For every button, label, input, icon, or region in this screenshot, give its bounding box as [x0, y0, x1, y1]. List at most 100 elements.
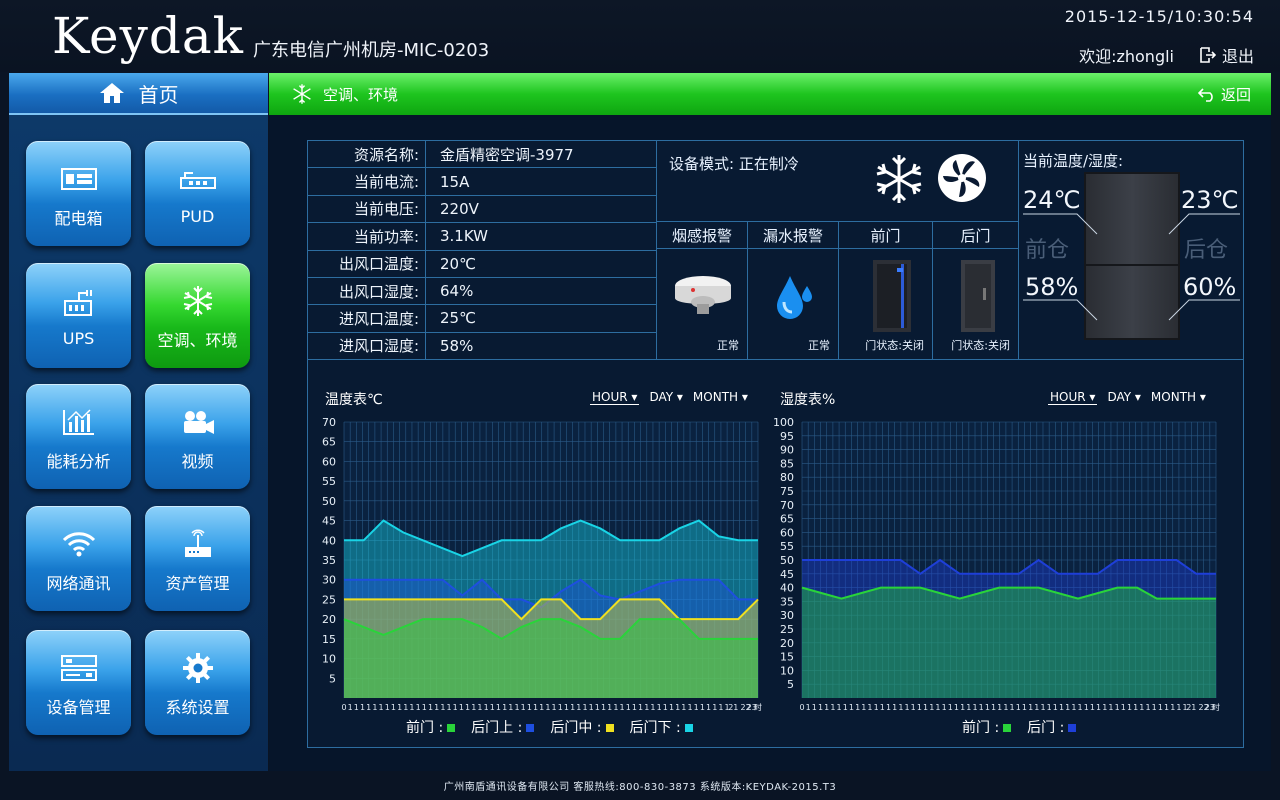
range-day-button[interactable]: DAY ▾ — [649, 390, 682, 405]
x-tick-label: 1 — [948, 703, 953, 712]
x-tick-label: 1 — [1010, 703, 1015, 712]
x-tick-label: 1 — [416, 703, 421, 712]
tile-system-settings[interactable]: 系统设置 — [145, 630, 250, 735]
x-tick-label: 1 — [1078, 703, 1083, 712]
home-tab[interactable]: 首页 — [9, 73, 268, 115]
legend-swatch — [447, 724, 456, 732]
tile-label: 网络通讯 — [46, 573, 111, 593]
y-tick-label: 10 — [322, 653, 336, 666]
y-tick-label: 60 — [780, 526, 794, 539]
y-tick-label: 15 — [780, 651, 794, 664]
x-tick-label: 1 — [1096, 703, 1101, 712]
x-tick-label: 1 — [545, 703, 550, 712]
y-tick-label: 10 — [780, 664, 794, 677]
info-row: 出风口湿度: 64% — [307, 276, 657, 306]
x-tick-label: 1 — [917, 703, 922, 712]
x-tick-label: 1 — [942, 703, 947, 712]
range-month-button[interactable]: MONTH ▾ — [693, 390, 748, 405]
info-key: 当前功率: — [307, 222, 426, 251]
x-tick-label: 1 — [1121, 703, 1126, 712]
welcome-user: 欢迎:zhongli — [1079, 47, 1174, 66]
x-tick-label: 1 — [607, 703, 612, 712]
y-tick-label: 45 — [322, 515, 336, 528]
y-tick-label: 55 — [322, 475, 336, 488]
temp-range-selector: HOUR ▾ DAY ▾ MONTH ▾ — [590, 390, 748, 405]
range-month-button[interactable]: MONTH ▾ — [1151, 390, 1206, 405]
x-tick-label: 1 — [558, 703, 563, 712]
x-tick-label: 1 — [657, 703, 662, 712]
tile-label: 资产管理 — [165, 573, 230, 593]
y-tick-label: 50 — [322, 495, 336, 508]
y-tick-label: 80 — [780, 471, 794, 484]
tile-label: 系统设置 — [165, 697, 230, 717]
y-tick-label: 45 — [780, 568, 794, 581]
back-button[interactable]: 返回 — [1197, 84, 1251, 105]
y-tick-label: 65 — [780, 513, 794, 526]
x-tick-label: 1 — [496, 703, 501, 712]
x-tick-label: 1 — [1059, 703, 1064, 712]
x-tick-label: 1 — [1040, 703, 1045, 712]
range-day-button[interactable]: DAY ▾ — [1107, 390, 1140, 405]
x-tick-label: 1 — [979, 703, 984, 712]
snowflake-icon — [183, 285, 212, 316]
tile-ups[interactable]: UPS — [26, 263, 131, 368]
x-tick-label: 1 — [576, 703, 581, 712]
tile-energy-analysis[interactable]: 能耗分析 — [26, 384, 131, 489]
x-tick-label: 1 — [1152, 703, 1157, 712]
bar-chart-icon — [62, 408, 94, 435]
tile-video[interactable]: 视频 — [145, 384, 250, 489]
y-tick-label: 15 — [322, 633, 336, 646]
y-tick-label: 40 — [322, 534, 336, 547]
x-tick-label: 时 — [1212, 702, 1220, 712]
x-tick-label: 0 — [799, 703, 804, 712]
tile-pud[interactable]: PUD — [145, 141, 250, 246]
tile-network[interactable]: 网络通讯 — [26, 506, 131, 611]
x-tick-label: 1 — [428, 703, 433, 712]
humidity-chart: 0111111111111111111111111111111111111111… — [773, 416, 1220, 712]
smoke-alarm-cell: 烟感报警 正常 — [657, 222, 748, 360]
info-row: 出风口温度: 20℃ — [307, 249, 657, 278]
y-tick-label: 40 — [780, 582, 794, 595]
x-tick-label: 1 — [1102, 703, 1107, 712]
x-tick-label: 21 — [1186, 703, 1196, 712]
home-label: 首页 — [138, 82, 179, 107]
water-drop-icon — [777, 276, 812, 319]
sidebar: 首页 配电箱 PUD UPS 空调、环境 能耗分析 视频 网络通讯 资产管理 设… — [9, 73, 268, 771]
y-tick-label: 5 — [329, 672, 336, 685]
x-tick-label: 1 — [985, 703, 990, 712]
x-tick-label: 1 — [366, 703, 371, 712]
range-hour-button[interactable]: HOUR ▾ — [1048, 390, 1098, 405]
alarm-grid: 烟感报警 正常 漏水报警 正常 前门 门状态:关闭 后门 门状态:关闭 — [657, 222, 1019, 360]
front-door-cell: 前门 门状态:关闭 — [839, 222, 933, 360]
tile-ac-environment[interactable]: 空调、环境 — [145, 263, 250, 368]
x-tick-label: 1 — [861, 703, 866, 712]
logout-button[interactable]: 退出 — [1198, 43, 1254, 67]
tile-label: 视频 — [181, 451, 214, 471]
home-icon — [99, 83, 124, 103]
x-tick-label: 1 — [471, 703, 476, 712]
current-temp-humidity-panel: 当前温度/湿度: 前仓 后仓 24℃ 23℃ 58% 60% — [1019, 140, 1244, 360]
x-tick-label: 1 — [681, 703, 686, 712]
x-tick-label: 1 — [595, 703, 600, 712]
tile-asset-management[interactable]: 资产管理 — [145, 506, 250, 611]
section-titlebar: 空调、环境 返回 — [269, 73, 1271, 115]
x-tick-label: 1 — [1176, 703, 1181, 712]
x-tick-label: 时 — [754, 702, 762, 712]
info-key: 资源名称: — [307, 139, 426, 169]
x-tick-label: 1 — [1022, 703, 1027, 712]
legend-item: 前门 : — [406, 717, 456, 737]
device-mode-text: 设备模式: 正在制冷 — [669, 155, 799, 173]
rear-door-cell: 后门 门状态:关闭 — [933, 222, 1019, 360]
x-tick-label: 1 — [434, 703, 439, 712]
y-tick-label: 20 — [780, 637, 794, 650]
tile-device-management[interactable]: 设备管理 — [26, 630, 131, 735]
x-tick-label: 1 — [1133, 703, 1138, 712]
info-value: 金盾精密空调-3977 — [425, 139, 657, 169]
x-tick-label: 1 — [484, 703, 489, 712]
tile-distribution-box[interactable]: 配电箱 — [26, 141, 131, 246]
legend-item: 后门下 : — [630, 717, 693, 737]
app-header: Keydak 广东电信广州机房-MIC-0203 2015-12-15/10:3… — [0, 0, 1280, 72]
info-row: 当前功率: 3.1KW — [307, 222, 657, 251]
alarm-status: 门状态:关闭 — [865, 339, 924, 352]
range-hour-button[interactable]: HOUR ▾ — [590, 390, 640, 405]
